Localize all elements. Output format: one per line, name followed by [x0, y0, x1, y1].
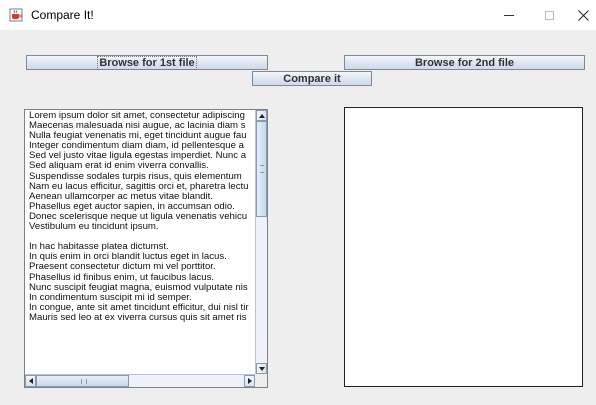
second-file-text-area[interactable] — [344, 107, 583, 387]
horizontal-scroll-thumb[interactable] — [36, 375, 129, 387]
browse-first-file-button[interactable]: Browse for 1st file — [26, 55, 268, 70]
text-line: Mauris sed leo at ex viverra cursus quis… — [29, 311, 247, 323]
vertical-scrollbar[interactable] — [255, 110, 267, 374]
arrow-down-icon — [258, 366, 265, 371]
app-window: Compare It! Browse for 1st file Browse f… — [0, 0, 596, 405]
close-button[interactable] — [560, 0, 596, 30]
title-bar[interactable]: Compare It! — [0, 0, 596, 30]
arrow-up-icon — [258, 113, 265, 118]
browse-second-file-label: Browse for 2nd file — [414, 56, 515, 69]
scrollpane-corner — [255, 374, 267, 387]
close-icon — [577, 9, 589, 21]
scroll-down-button[interactable] — [256, 363, 267, 374]
horizontal-scrollbar[interactable] — [25, 374, 255, 387]
scroll-up-button[interactable] — [256, 110, 267, 121]
java-coffee-cup-icon — [9, 8, 23, 22]
vertical-scroll-thumb[interactable] — [256, 121, 267, 217]
first-file-scroll-pane[interactable]: Lorem ipsum dolor sit amet, consectetur … — [24, 109, 268, 388]
browse-first-file-label: Browse for 1st file — [97, 55, 197, 70]
text-line: Vestibulum eu tincidunt ipsum. — [29, 221, 159, 233]
compare-button-label: Compare it — [283, 72, 341, 85]
compare-button[interactable]: Compare it — [252, 71, 372, 86]
text-line: Praesent consectetur dictum mi vel portt… — [29, 261, 216, 273]
browse-second-file-button[interactable]: Browse for 2nd file — [344, 55, 585, 70]
first-file-text-area[interactable]: Lorem ipsum dolor sit amet, consectetur … — [26, 111, 255, 373]
scroll-right-button[interactable] — [244, 375, 255, 387]
window-title: Compare It! — [31, 8, 94, 22]
arrow-right-icon — [247, 378, 252, 384]
scroll-left-button[interactable] — [25, 375, 36, 387]
arrow-left-icon — [28, 378, 33, 384]
content-panel: Browse for 1st file Browse for 2nd file … — [0, 30, 596, 405]
